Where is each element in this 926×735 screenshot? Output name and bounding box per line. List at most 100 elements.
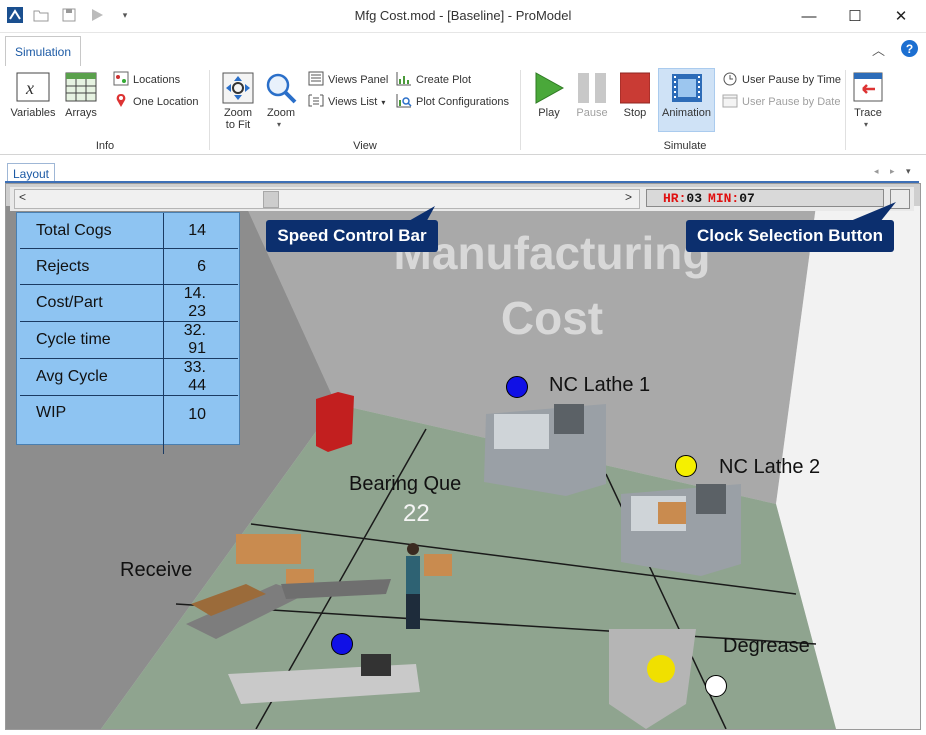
play-icon <box>534 72 565 109</box>
ribbon: x Variables Arrays Locations One Locatio… <box>0 66 926 155</box>
user-pause-by-time-label: User Pause by Time <box>742 74 842 86</box>
statistics-panel: Total Cogs 14 Rejects 6 Cost/Part 14. 23 Cy… <box>16 212 240 454</box>
clock-min-value: 07 <box>739 190 755 206</box>
bearing-que-count: 22 <box>403 500 430 527</box>
table-row: Total Cogs 14 <box>20 213 238 249</box>
stop-label: Stop <box>623 107 647 119</box>
scene-title-line-2: Cost <box>500 292 604 344</box>
map-pin-icon <box>113 93 129 111</box>
tab-layout[interactable]: Layout <box>7 163 55 183</box>
nc-lathe-1-label: NC Lathe 1 <box>549 374 651 396</box>
tab-scroll-left-icon[interactable]: ◂ <box>874 166 879 177</box>
title-bar: ▾ Mfg Cost.mod - [Baseline] - ProModel —… <box>0 0 926 33</box>
plot-configurations-icon <box>396 93 412 111</box>
maximize-button[interactable]: ☐ <box>832 0 878 32</box>
nc-lathe-2-status-light <box>675 455 697 477</box>
close-button[interactable]: ✕ <box>878 0 924 32</box>
user-pause-by-time-button[interactable]: User Pause by Time <box>722 71 841 89</box>
table-row: Cycle time 32. 91 <box>20 321 238 359</box>
clock-hr-value: 03 <box>686 190 703 206</box>
views-panel-button[interactable]: Views Panel <box>308 71 388 89</box>
speed-slider-thumb[interactable] <box>263 191 279 208</box>
animation-button[interactable]: Animation <box>658 68 715 132</box>
nc-lathe-2-label: NC Lathe 2 <box>719 456 821 478</box>
zoom-dropdown-icon: ▾ <box>277 120 282 129</box>
user-pause-by-date-label: User Pause by Date <box>742 96 841 108</box>
stat-value: 32. 91 <box>163 321 238 359</box>
stat-label: WIP <box>20 395 164 454</box>
pause-icon <box>577 72 607 109</box>
view-group-label: View <box>353 140 377 152</box>
ribbon-tab-row <box>0 32 926 67</box>
animation-label: Animation <box>662 107 711 119</box>
stat-value: 10 <box>188 406 206 423</box>
views-list-label: Views List <box>328 96 378 108</box>
views-list-button[interactable]: Views List ▾ <box>308 93 385 111</box>
ribbon-separator <box>845 70 846 150</box>
locations-icon <box>113 71 129 89</box>
help-icon[interactable]: ? <box>901 40 918 57</box>
receive-label: Receive <box>120 559 193 581</box>
speed-control-bar[interactable]: < > <box>14 189 640 209</box>
nc-lathe-1-status-light <box>506 376 528 398</box>
clock-selection-button-callout: Clock Selection Button <box>686 220 894 252</box>
views-list-icon <box>308 93 324 111</box>
bearing-que-label: Bearing Que <box>349 473 462 495</box>
speed-increase-arrow-icon[interactable]: > <box>625 190 632 204</box>
speed-control-bar-callout: Speed Control Bar <box>266 220 438 252</box>
tab-simulation[interactable]: Simulation <box>5 36 81 68</box>
statistics-table: Total Cogs 14 Rejects 6 Cost/Part 14. 23 Cy… <box>20 213 238 454</box>
stat-label: Avg Cycle <box>20 358 164 396</box>
create-plot-icon <box>396 71 412 89</box>
one-location-button[interactable]: One Location <box>113 93 198 111</box>
variable-x-icon: x <box>16 72 50 107</box>
minimize-button[interactable]: — <box>786 0 832 32</box>
user-pause-by-date-button[interactable]: User Pause by Date <box>722 93 840 111</box>
plot-configurations-label: Plot Configurations <box>416 96 509 108</box>
zoom-label: Zoom <box>266 107 296 119</box>
views-panel-label: Views Panel <box>328 74 389 86</box>
receive-status-light <box>331 633 353 655</box>
table-row: Cost/Part 14. 23 <box>20 284 238 322</box>
stat-label: Total Cogs <box>20 213 164 249</box>
stat-label: Cycle time <box>20 321 164 359</box>
clock-hr-label: HR: <box>663 190 687 206</box>
trace-label: Trace <box>854 107 882 119</box>
stat-value: 14 <box>163 213 238 249</box>
film-strip-icon <box>671 72 703 109</box>
arrays-grid-icon <box>65 72 97 107</box>
svg-text:x: x <box>25 78 34 98</box>
magnifier-icon <box>265 72 297 109</box>
simulate-group-label: Simulate <box>663 140 707 152</box>
arrays-label: Arrays <box>65 107 97 119</box>
locations-label: Locations <box>133 74 181 86</box>
plot-configurations-button[interactable]: Plot Configurations <box>396 93 509 111</box>
stat-value: 14. 23 <box>163 284 238 322</box>
table-row: Avg Cycle 33. 44 <box>20 358 238 396</box>
stat-value: 33. 44 <box>163 358 238 396</box>
tab-list-dropdown-icon[interactable]: ▾ <box>906 166 911 177</box>
zoom-to-fit-label-1: Zoom <box>223 107 253 119</box>
degrease-label: Degrease <box>723 635 810 657</box>
table-row: WIP 10 <box>20 395 238 454</box>
locations-button[interactable]: Locations <box>113 71 180 89</box>
stat-label: Rejects <box>20 248 164 285</box>
tab-scroll-right-icon[interactable]: ▸ <box>890 166 895 177</box>
create-plot-button[interactable]: Create Plot <box>396 71 471 89</box>
table-row: Rejects 6 <box>20 248 238 285</box>
stop-icon <box>619 72 651 109</box>
views-list-dropdown-icon: ▾ <box>381 97 386 107</box>
variables-label: Variables <box>10 107 56 119</box>
clock-callout-pointer <box>848 202 896 222</box>
stat-label: Cost/Part <box>20 284 164 322</box>
stat-value: 6 <box>163 248 238 285</box>
clock-min-label: MIN: <box>708 190 740 206</box>
zoom-to-fit-icon <box>222 72 254 109</box>
one-location-label: One Location <box>133 96 199 108</box>
speed-decrease-arrow-icon[interactable]: < <box>19 190 26 204</box>
collapse-ribbon-icon[interactable]: ︿ <box>872 40 885 59</box>
pause-calendar-icon <box>722 93 738 111</box>
pause-clock-icon <box>722 71 738 89</box>
create-plot-label: Create Plot <box>416 74 472 86</box>
trace-dropdown-icon: ▾ <box>864 120 869 129</box>
